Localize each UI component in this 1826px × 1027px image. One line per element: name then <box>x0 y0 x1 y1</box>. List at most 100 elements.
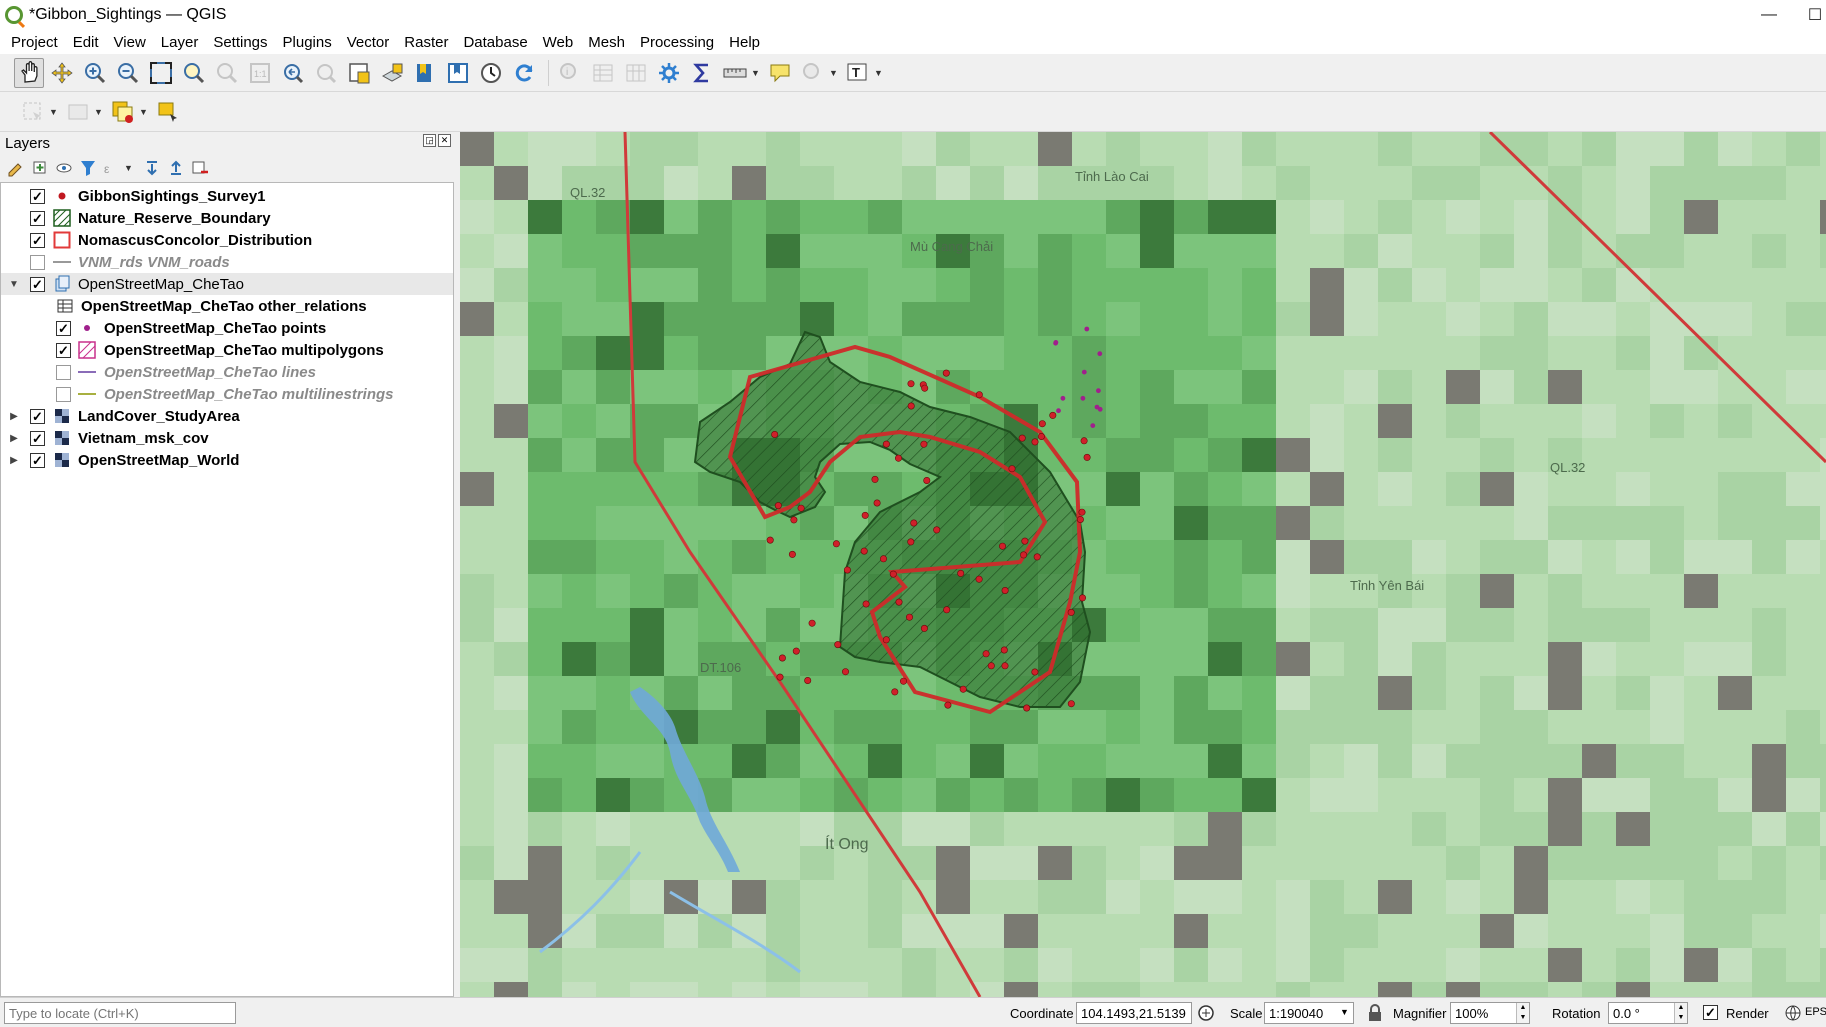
gibbon-sighting-point[interactable] <box>1080 437 1088 445</box>
chevron-down-icon[interactable]: ▼ <box>751 68 761 78</box>
osm-point[interactable] <box>1080 395 1086 401</box>
gibbon-sighting-point[interactable] <box>998 542 1006 550</box>
zoom-in-icon[interactable] <box>80 58 110 88</box>
gibbon-sighting-point[interactable] <box>921 384 929 392</box>
gibbon-sighting-point[interactable] <box>882 440 890 448</box>
gibbon-sighting-point[interactable] <box>944 701 952 709</box>
chevron-down-icon[interactable]: ▼ <box>139 107 149 117</box>
osm-point[interactable] <box>1096 388 1101 394</box>
gibbon-sighting-point[interactable] <box>1033 553 1041 561</box>
new-bookmark-icon[interactable] <box>410 58 440 88</box>
gibbon-sighting-point[interactable] <box>1067 608 1075 616</box>
gibbon-sighting-point[interactable] <box>910 519 918 527</box>
gibbon-sighting-point[interactable] <box>987 662 995 670</box>
layer-visibility-checkbox[interactable]: ✓ <box>30 188 45 204</box>
magnifier-spinbox[interactable]: 100% ▲ ▼ <box>1450 1002 1530 1024</box>
menu-view[interactable]: View <box>107 34 154 51</box>
style-manager-icon[interactable] <box>6 158 26 178</box>
statistical-summary-icon[interactable] <box>687 58 717 88</box>
layer-group-row[interactable]: ▼ ✓ OpenStreetMap_CheTao <box>1 273 453 295</box>
processing-toolbox-icon[interactable] <box>654 58 684 88</box>
gibbon-sighting-point[interactable] <box>1037 432 1045 440</box>
layer-row[interactable]: ✓ OpenStreetMap_CheTao points <box>1 317 453 339</box>
gibbon-sighting-point[interactable] <box>1021 537 1029 545</box>
gibbon-sighting-point[interactable] <box>1018 434 1026 442</box>
lock-icon[interactable] <box>1366 1004 1384 1022</box>
filter-by-expression-icon[interactable]: ε <box>102 158 122 178</box>
manage-map-themes-icon[interactable] <box>54 158 74 178</box>
layer-row[interactable]: ✓ NomascusConcolor_Distribution <box>1 229 453 251</box>
locator-box[interactable] <box>4 1002 236 1024</box>
render-checkbox[interactable]: ✓ <box>1703 1005 1718 1020</box>
chevron-down-icon[interactable]: ▼ <box>8 279 20 290</box>
select-features-icon[interactable] <box>798 58 828 88</box>
layer-row[interactable]: OpenStreetMap_CheTao lines <box>1 361 453 383</box>
layer-visibility-checkbox[interactable]: ✓ <box>30 430 45 446</box>
chevron-down-icon[interactable]: ▼ <box>1340 1007 1349 1017</box>
gibbon-sighting-point[interactable] <box>843 566 851 574</box>
gibbon-sighting-point[interactable] <box>882 636 890 644</box>
gibbon-sighting-point[interactable] <box>899 677 907 685</box>
gibbon-sighting-point[interactable] <box>871 475 879 483</box>
chevron-down-icon[interactable]: ▼ <box>874 68 884 78</box>
gibbon-sighting-point[interactable] <box>907 380 915 388</box>
zoom-full-icon[interactable] <box>146 58 176 88</box>
osm-point[interactable] <box>1084 326 1090 332</box>
gibbon-sighting-point[interactable] <box>1083 453 1091 461</box>
gibbon-sighting-point[interactable] <box>790 516 798 524</box>
menu-settings[interactable]: Settings <box>206 34 275 51</box>
chevron-right-icon[interactable]: ▶ <box>8 455 20 466</box>
pan-to-selection-icon[interactable] <box>47 58 77 88</box>
map-canvas[interactable]: Tỉnh Lào Cai Mù Cang Chải QL.32 DT.106 T… <box>460 132 1826 997</box>
gibbon-sighting-point[interactable] <box>982 650 990 658</box>
osm-point[interactable] <box>1056 408 1061 414</box>
gibbon-sighting-point[interactable] <box>1001 586 1009 594</box>
temporal-controller-icon[interactable] <box>476 58 506 88</box>
menu-layer[interactable]: Layer <box>154 34 207 51</box>
menu-processing[interactable]: Processing <box>633 34 722 51</box>
gibbon-sighting-point[interactable] <box>841 668 849 676</box>
maximize-button[interactable]: ☐ <box>1792 0 1826 30</box>
gibbon-sighting-point[interactable] <box>771 430 779 438</box>
gibbon-sighting-point[interactable] <box>1020 551 1028 559</box>
layer-visibility-checkbox[interactable]: ✓ <box>30 276 45 292</box>
filter-legend-icon[interactable] <box>78 158 98 178</box>
gibbon-sighting-point[interactable] <box>1078 508 1086 516</box>
new-3d-map-view-icon[interactable] <box>377 58 407 88</box>
deselect-all-icon[interactable] <box>63 97 93 127</box>
chevron-down-icon[interactable]: ▼ <box>124 163 134 173</box>
gibbon-sighting-point[interactable] <box>1076 515 1084 523</box>
menu-help[interactable]: Help <box>722 34 768 51</box>
layer-visibility-checkbox[interactable]: ✓ <box>30 210 45 226</box>
gibbon-sighting-point[interactable] <box>1008 465 1016 473</box>
gibbon-sighting-point[interactable] <box>832 540 840 548</box>
gibbon-sighting-point[interactable] <box>1031 438 1039 446</box>
layer-visibility-checkbox[interactable]: ✓ <box>30 232 45 248</box>
zoom-native-icon[interactable]: 1:1 <box>245 58 275 88</box>
layer-visibility-checkbox[interactable]: ✓ <box>56 320 71 336</box>
gibbon-sighting-point[interactable] <box>788 550 796 558</box>
osm-point[interactable] <box>1090 423 1096 428</box>
open-attribute-table-icon[interactable] <box>588 58 618 88</box>
gibbon-sighting-point[interactable] <box>797 504 805 512</box>
gibbon-sighting-point[interactable] <box>862 600 870 608</box>
layer-row[interactable]: OpenStreetMap_CheTao other_relations <box>1 295 453 317</box>
chevron-right-icon[interactable]: ▶ <box>8 433 20 444</box>
gibbon-sighting-point[interactable] <box>778 654 786 662</box>
chevron-down-icon[interactable]: ▼ <box>829 68 839 78</box>
menu-database[interactable]: Database <box>456 34 535 51</box>
open-field-calculator-icon[interactable] <box>621 58 651 88</box>
layer-row[interactable]: ✓ OpenStreetMap_CheTao multipolygons <box>1 339 453 361</box>
osm-point[interactable] <box>1094 404 1100 410</box>
gibbon-sighting-point[interactable] <box>873 499 881 507</box>
gibbon-sighting-point[interactable] <box>959 685 967 693</box>
float-panel-icon[interactable]: ◲ <box>423 134 436 147</box>
layer-visibility-checkbox[interactable]: ✓ <box>56 342 71 358</box>
zoom-out-icon[interactable] <box>113 58 143 88</box>
expand-all-icon[interactable] <box>142 158 162 178</box>
layer-row[interactable]: ✓ GibbonSightings_Survey1 <box>1 185 453 207</box>
select-by-expression-icon[interactable] <box>153 97 183 127</box>
gibbon-sighting-point[interactable] <box>975 575 983 583</box>
crs-label[interactable]: EPS <box>1805 1006 1826 1018</box>
gibbon-sighting-point[interactable] <box>943 606 951 614</box>
